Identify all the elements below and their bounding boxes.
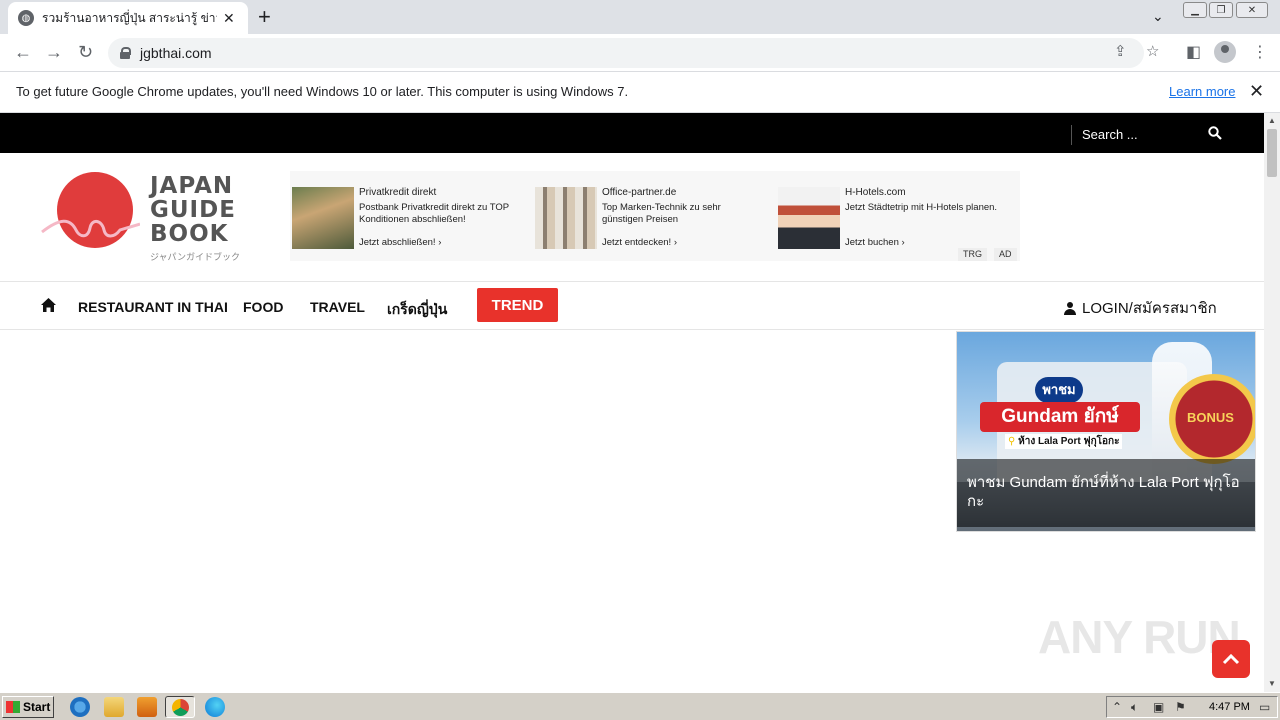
edge-icon[interactable]: [205, 697, 225, 717]
ad-description: Top Marken-Technik zu sehr günstigen Pre…: [602, 202, 721, 225]
back-to-top-button[interactable]: [1212, 640, 1250, 678]
ad-card[interactable]: Office-partner.de Top Marken-Technik zu …: [533, 187, 763, 249]
tab-strip: ◍ รวมร้านอาหารญี่ปุ่น สาระน่ารู้ ข่าวสาร…: [0, 0, 1280, 34]
ad-image: [778, 187, 840, 249]
reload-icon[interactable]: ↻: [78, 42, 93, 62]
anyrun-watermark: ANY RUN: [1038, 611, 1241, 663]
ad-cta[interactable]: Jetzt buchen ›: [845, 237, 905, 248]
ad-cta[interactable]: Jetzt abschließen! ›: [359, 237, 441, 248]
windows-taskbar: Start ⌃ 🔈︎ ▣ ⚑ 4:47 PM ▭: [0, 692, 1280, 720]
ad-tag-trg[interactable]: TRG: [958, 248, 987, 261]
close-window-button[interactable]: ✕: [1236, 2, 1268, 18]
ad-image: [535, 187, 597, 249]
chrome-taskbar-button[interactable]: [165, 696, 195, 718]
browser-tab[interactable]: ◍ รวมร้านอาหารญี่ปุ่น สาระน่ารู้ ข่าวสาร…: [8, 2, 248, 34]
login-label: LOGIN/สมัครสมาชิก: [1082, 300, 1217, 317]
scrollbar-thumb[interactable]: [1267, 129, 1277, 177]
logo-text: JAPAN GUIDE BOOK: [150, 173, 236, 247]
ad-card[interactable]: H-Hotels.com Jetzt Städtetrip mit H-Hote…: [776, 187, 1006, 249]
ad-tag-ad[interactable]: AD: [994, 248, 1017, 261]
ad-banner: Privatkredit direkt Postbank Privatkredi…: [290, 171, 1020, 261]
scroll-up-icon[interactable]: ▲: [1268, 116, 1276, 125]
update-infobar: To get future Google Chrome updates, you…: [0, 72, 1280, 113]
side-panel-icon[interactable]: ◧: [1186, 42, 1201, 62]
web-page: Search ... JAPAN GUIDE BOOK ジャパンガイドブック Pri…: [0, 113, 1264, 692]
restore-button[interactable]: ❐: [1209, 2, 1233, 18]
ad-cta[interactable]: Jetzt entdecken! ›: [602, 237, 677, 248]
bonus-text: BONUS: [1187, 410, 1234, 425]
ad-brand: H-Hotels.com: [845, 187, 906, 198]
minimize-button[interactable]: ▁: [1183, 2, 1207, 18]
site-logo[interactable]: JAPAN GUIDE BOOK ジャパンガイドブック: [40, 170, 250, 265]
ad-description: Jetzt Städtetrip mit H-Hotels planen.: [845, 202, 998, 213]
new-tab-button[interactable]: +: [258, 6, 271, 28]
nav-item-food[interactable]: FOOD: [243, 299, 283, 315]
internet-explorer-icon[interactable]: [70, 697, 90, 717]
page-scrollbar[interactable]: ▲ ▼: [1264, 113, 1280, 692]
chevron-up-icon: [1222, 653, 1240, 665]
start-button[interactable]: Start: [2, 696, 54, 718]
lock-icon[interactable]: [120, 47, 131, 59]
ad-brand: Office-partner.de: [602, 187, 677, 198]
file-explorer-icon[interactable]: [104, 697, 124, 717]
ad-card[interactable]: Privatkredit direkt Postbank Privatkredi…: [290, 187, 520, 249]
learn-more-link[interactable]: Learn more: [1169, 84, 1235, 99]
ad-image: [292, 187, 354, 249]
nav-trend-button[interactable]: TREND: [477, 288, 558, 322]
share-icon[interactable]: ⇪: [1114, 42, 1127, 60]
site-search-input[interactable]: Search ...: [1082, 127, 1138, 142]
logo-swirl-icon: [41, 219, 140, 238]
volume-icon[interactable]: 🔈︎: [1131, 700, 1138, 715]
nav-item-restaurant[interactable]: RESTAURANT IN THAI: [78, 299, 228, 315]
bonus-badge: BONUS: [1169, 374, 1255, 464]
globe-icon: ◍: [18, 10, 34, 26]
back-icon[interactable]: ←: [14, 42, 32, 62]
logo-subtext: ジャパンガイドブック: [150, 252, 241, 262]
tab-close-icon[interactable]: ✕: [223, 10, 235, 27]
pin-icon: ⚲: [1008, 436, 1016, 447]
profile-avatar[interactable]: [1214, 41, 1236, 63]
search-icon[interactable]: [1208, 126, 1222, 140]
user-icon: [1064, 301, 1076, 315]
main-nav: RESTAURANT IN THAI FOOD TRAVEL เกร็ดญี่ป…: [0, 282, 1264, 330]
featured-post-title[interactable]: พาชม Gundam ยักษ์ที่ห้าง Lala Port ฟุกุโ…: [957, 459, 1255, 527]
feature-location-text: ห้าง Lala Port ฟุกุโอกะ: [1018, 436, 1120, 447]
media-player-icon[interactable]: [137, 697, 157, 717]
feature-label-big: Gundam ยักษ์: [980, 402, 1140, 432]
show-desktop-icon[interactable]: ▭: [1259, 700, 1270, 714]
chrome-icon: [172, 699, 189, 716]
login-link[interactable]: LOGIN/สมัครสมาชิก: [1064, 296, 1217, 320]
site-topbar: Search ...: [0, 113, 1264, 153]
nav-item-japan-trivia[interactable]: เกร็ดญี่ปุ่น: [387, 299, 447, 321]
network-icon[interactable]: ▣: [1153, 700, 1164, 714]
start-label: Start: [23, 700, 51, 714]
ad-brand: Privatkredit direkt: [359, 187, 437, 198]
infobar-message: To get future Google Chrome updates, you…: [16, 84, 629, 99]
nav-item-travel[interactable]: TRAVEL: [310, 299, 365, 315]
bookmark-star-icon[interactable]: ☆: [1146, 42, 1159, 60]
windows-logo-icon: [6, 701, 20, 713]
tab-search-chevron-icon[interactable]: ⌄: [1152, 8, 1164, 25]
url-text: jgbthai.com: [140, 45, 212, 61]
feature-location-label: ⚲ ห้าง Lala Port ฟุกุโอกะ: [1005, 434, 1123, 449]
menu-dots-icon[interactable]: ⋮: [1252, 42, 1268, 62]
address-bar[interactable]: jgbthai.com: [108, 38, 1144, 68]
topbar-divider: [1071, 125, 1072, 145]
feature-label-small: พาชม: [1035, 377, 1083, 403]
home-icon[interactable]: [41, 298, 56, 312]
infobar-close-icon[interactable]: ✕: [1249, 81, 1264, 102]
tab-title: รวมร้านอาหารญี่ปุ่น สาระน่ารู้ ข่าวสาร ส: [42, 10, 217, 25]
action-center-flag-icon[interactable]: ⚑: [1175, 700, 1186, 714]
forward-icon[interactable]: →: [45, 42, 63, 62]
browser-toolbar: ← → ↻ jgbthai.com ⇪ ☆ ◧ ⋮: [0, 34, 1280, 72]
scroll-down-icon[interactable]: ▼: [1268, 679, 1276, 688]
featured-post-card[interactable]: พาชม Gundam ยักษ์ ⚲ ห้าง Lala Port ฟุกุโ…: [956, 331, 1256, 532]
tray-expand-icon[interactable]: ⌃: [1112, 700, 1122, 714]
taskbar-clock[interactable]: 4:47 PM: [1209, 701, 1250, 713]
ad-description: Postbank Privatkredit direkt zu TOP Kond…: [359, 202, 509, 225]
system-tray: ⌃ 🔈︎ ▣ ⚑ 4:47 PM ▭: [1106, 696, 1278, 718]
